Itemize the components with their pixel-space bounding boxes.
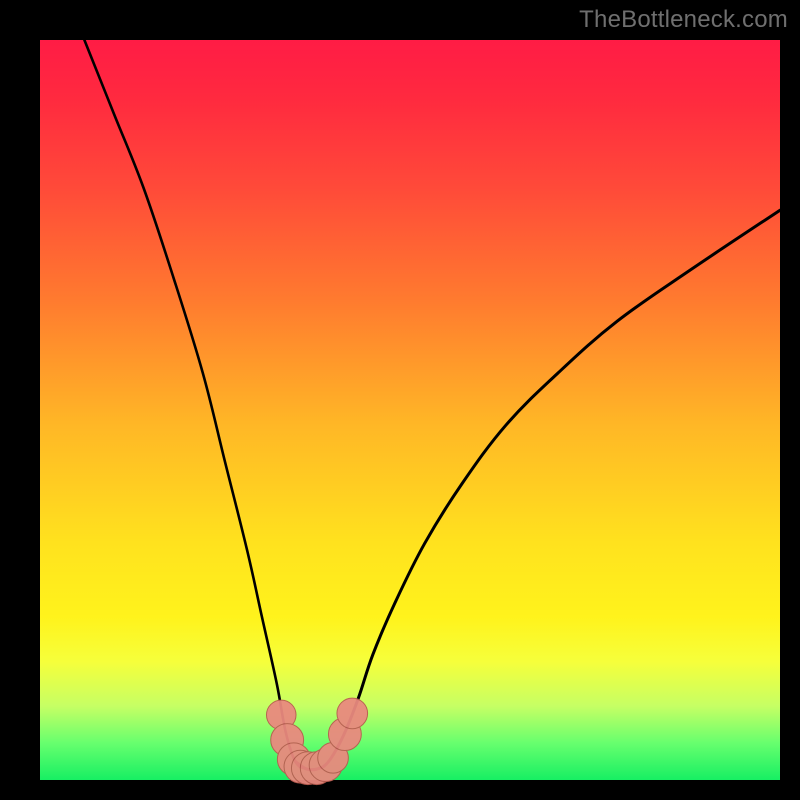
curve-marker [337,698,368,729]
plot-area [40,40,780,780]
curve-markers [266,698,367,785]
curve-right-segment [295,210,780,770]
bottleneck-curve-svg [40,40,780,780]
attribution-label: TheBottleneck.com [579,6,788,34]
chart-stage: TheBottleneck.com [0,0,800,800]
curve-left-segment [84,40,317,769]
